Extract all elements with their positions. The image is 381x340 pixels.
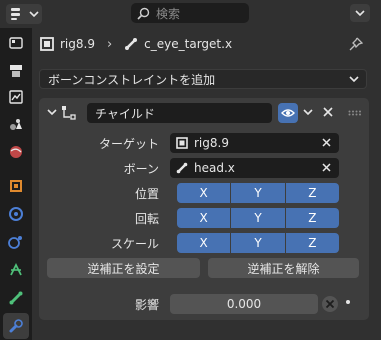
bone-value: head.x [194, 161, 235, 175]
scale-label: スケール [110, 237, 159, 251]
influence-label: 影響 [134, 298, 159, 312]
tab-bone[interactable] [3, 285, 29, 311]
collapse-chevron-icon[interactable] [47, 108, 57, 116]
rotation-axes: X Y Z [177, 208, 339, 228]
rotation-y-toggle[interactable]: Y [231, 208, 285, 228]
eye-icon [281, 109, 295, 117]
target-label: ターゲット [98, 137, 159, 151]
tab-bone-constraints[interactable] [3, 313, 29, 339]
tab-physics[interactable] [3, 257, 29, 283]
object-icon [10, 180, 22, 192]
influence-slider[interactable]: 0.000 [170, 294, 318, 314]
tab-render[interactable] [3, 58, 29, 84]
location-axes: X Y Z [177, 183, 339, 203]
bone-icon [9, 291, 23, 305]
bone-label: ボーン [123, 162, 159, 176]
constraint-name: チャイルド [95, 106, 155, 121]
modifiers-icon [9, 207, 23, 221]
properties-header: 検索 [0, 0, 381, 28]
add-bone-constraint-dropdown[interactable]: ボーンコンストレイントを追加 [39, 69, 367, 89]
chevron-down-icon [29, 11, 39, 18]
clear-bone-icon[interactable] [321, 162, 332, 173]
chevron-right-icon: › [106, 36, 113, 52]
drag-grip-icon[interactable] [348, 110, 362, 116]
constraint-header: チャイルド [39, 98, 369, 128]
scale-y-toggle[interactable]: Y [231, 233, 285, 253]
bone-constraint-icon [9, 319, 23, 333]
breadcrumb: rig8.9 › c_eye_target.x [40, 33, 370, 55]
scale-x-toggle[interactable]: X [177, 233, 231, 253]
location-y-toggle[interactable]: Y [231, 183, 285, 203]
editor-type-icon [11, 8, 20, 20]
scale-z-toggle[interactable]: Z [285, 233, 339, 253]
tab-tool[interactable] [3, 30, 29, 56]
editor-type-button[interactable] [6, 4, 42, 24]
breadcrumb-bone: c_eye_target.x [144, 37, 233, 51]
armature-icon [176, 137, 188, 149]
render-icon [10, 65, 22, 77]
view-layer-icon [10, 119, 22, 130]
tab-scene[interactable] [3, 139, 29, 165]
tool-icon [9, 37, 23, 49]
close-icon[interactable] [322, 106, 334, 118]
bone-icon [176, 162, 188, 174]
constraint-menu-icon[interactable] [303, 108, 313, 116]
physics-icon [10, 262, 22, 276]
properties-tab-strip [0, 28, 32, 340]
clear-target-icon[interactable] [321, 137, 332, 148]
disable-keep-transform-icon[interactable] [320, 294, 340, 314]
armature-icon [40, 37, 54, 51]
scene-icon [10, 146, 22, 158]
menu-caret-icon [355, 10, 365, 17]
toggle-visibility-button[interactable] [278, 103, 298, 123]
rotation-z-toggle[interactable]: Z [285, 208, 339, 228]
tab-object[interactable] [3, 173, 29, 199]
location-z-toggle[interactable]: Z [285, 183, 339, 203]
bone-field[interactable]: head.x [170, 158, 339, 178]
search-input[interactable]: 検索 [131, 3, 249, 23]
tab-output[interactable] [3, 84, 29, 110]
target-field[interactable]: rig8.9 [170, 133, 339, 153]
scale-axes: X Y Z [177, 233, 339, 253]
bone-icon [125, 38, 138, 50]
child-of-constraint-icon [62, 106, 76, 120]
pin-button[interactable] [349, 37, 364, 54]
child-of-constraint-panel: チャイルド ターゲット rig8.9 ボーン head.x 位置 X Y Z 回… [39, 98, 369, 320]
search-icon [137, 7, 150, 20]
rotation-label: 回転 [134, 212, 159, 226]
particles-icon [8, 236, 22, 249]
target-value: rig8.9 [194, 136, 229, 150]
pin-icon [349, 37, 364, 51]
chevron-down-icon [349, 76, 359, 83]
clear-inverse-button[interactable]: 逆補正を解除 [208, 258, 359, 278]
tab-particles[interactable] [3, 229, 29, 255]
location-label: 位置 [134, 187, 159, 201]
tab-view-layer[interactable] [3, 112, 29, 138]
search-placeholder: 検索 [156, 6, 181, 21]
rotation-x-toggle[interactable]: X [177, 208, 231, 228]
breadcrumb-armature: rig8.9 [60, 37, 95, 51]
header-menu-button[interactable] [350, 4, 370, 22]
tab-modifiers[interactable] [3, 201, 29, 227]
animate-property-dot[interactable] [346, 300, 350, 304]
output-icon [9, 90, 23, 104]
add-bone-constraint-label: ボーンコンストレイントを追加 [48, 72, 216, 87]
location-x-toggle[interactable]: X [177, 183, 231, 203]
set-inverse-button[interactable]: 逆補正を設定 [47, 258, 200, 278]
constraint-name-input[interactable]: チャイルド [87, 103, 272, 123]
